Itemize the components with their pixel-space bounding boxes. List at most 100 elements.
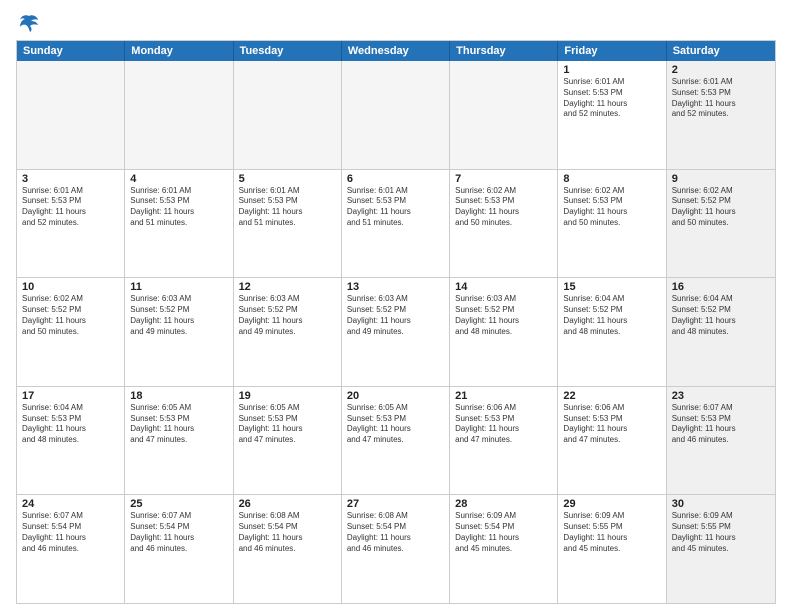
calendar-row: 17Sunrise: 6:04 AM Sunset: 5:53 PM Dayli… [17, 387, 775, 496]
calendar-cell: 25Sunrise: 6:07 AM Sunset: 5:54 PM Dayli… [125, 495, 233, 603]
day-info: Sunrise: 6:05 AM Sunset: 5:53 PM Dayligh… [347, 403, 444, 446]
day-info: Sunrise: 6:01 AM Sunset: 5:53 PM Dayligh… [672, 77, 770, 120]
day-info: Sunrise: 6:06 AM Sunset: 5:53 PM Dayligh… [455, 403, 552, 446]
calendar-cell: 14Sunrise: 6:03 AM Sunset: 5:52 PM Dayli… [450, 278, 558, 386]
day-info: Sunrise: 6:01 AM Sunset: 5:53 PM Dayligh… [239, 186, 336, 229]
calendar-cell: 6Sunrise: 6:01 AM Sunset: 5:53 PM Daylig… [342, 170, 450, 278]
day-info: Sunrise: 6:05 AM Sunset: 5:53 PM Dayligh… [130, 403, 227, 446]
calendar-cell: 15Sunrise: 6:04 AM Sunset: 5:52 PM Dayli… [558, 278, 666, 386]
calendar-row: 24Sunrise: 6:07 AM Sunset: 5:54 PM Dayli… [17, 495, 775, 603]
calendar-cell: 17Sunrise: 6:04 AM Sunset: 5:53 PM Dayli… [17, 387, 125, 495]
day-info: Sunrise: 6:04 AM Sunset: 5:52 PM Dayligh… [563, 294, 660, 337]
day-info: Sunrise: 6:02 AM Sunset: 5:53 PM Dayligh… [455, 186, 552, 229]
calendar-cell [450, 61, 558, 169]
day-info: Sunrise: 6:03 AM Sunset: 5:52 PM Dayligh… [130, 294, 227, 337]
day-number: 29 [563, 498, 660, 510]
day-number: 8 [563, 173, 660, 185]
day-number: 3 [22, 173, 119, 185]
logo [16, 12, 40, 32]
calendar-cell [234, 61, 342, 169]
day-number: 16 [672, 281, 770, 293]
calendar-cell: 23Sunrise: 6:07 AM Sunset: 5:53 PM Dayli… [667, 387, 775, 495]
calendar-header: SundayMondayTuesdayWednesdayThursdayFrid… [17, 41, 775, 61]
calendar-cell: 5Sunrise: 6:01 AM Sunset: 5:53 PM Daylig… [234, 170, 342, 278]
calendar-header-cell: Thursday [450, 41, 558, 61]
day-number: 17 [22, 390, 119, 402]
calendar-cell: 26Sunrise: 6:08 AM Sunset: 5:54 PM Dayli… [234, 495, 342, 603]
day-info: Sunrise: 6:02 AM Sunset: 5:53 PM Dayligh… [563, 186, 660, 229]
day-info: Sunrise: 6:01 AM Sunset: 5:53 PM Dayligh… [563, 77, 660, 120]
calendar-cell: 28Sunrise: 6:09 AM Sunset: 5:54 PM Dayli… [450, 495, 558, 603]
day-info: Sunrise: 6:09 AM Sunset: 5:55 PM Dayligh… [672, 511, 770, 554]
day-number: 25 [130, 498, 227, 510]
day-number: 4 [130, 173, 227, 185]
day-number: 10 [22, 281, 119, 293]
calendar-cell: 1Sunrise: 6:01 AM Sunset: 5:53 PM Daylig… [558, 61, 666, 169]
day-number: 13 [347, 281, 444, 293]
calendar-cell: 27Sunrise: 6:08 AM Sunset: 5:54 PM Dayli… [342, 495, 450, 603]
calendar-cell: 12Sunrise: 6:03 AM Sunset: 5:52 PM Dayli… [234, 278, 342, 386]
day-info: Sunrise: 6:01 AM Sunset: 5:53 PM Dayligh… [130, 186, 227, 229]
calendar-cell: 22Sunrise: 6:06 AM Sunset: 5:53 PM Dayli… [558, 387, 666, 495]
day-number: 12 [239, 281, 336, 293]
day-info: Sunrise: 6:09 AM Sunset: 5:55 PM Dayligh… [563, 511, 660, 554]
day-number: 26 [239, 498, 336, 510]
calendar-cell: 11Sunrise: 6:03 AM Sunset: 5:52 PM Dayli… [125, 278, 233, 386]
page: SundayMondayTuesdayWednesdayThursdayFrid… [0, 0, 792, 612]
day-info: Sunrise: 6:03 AM Sunset: 5:52 PM Dayligh… [239, 294, 336, 337]
day-info: Sunrise: 6:02 AM Sunset: 5:52 PM Dayligh… [22, 294, 119, 337]
calendar-cell: 2Sunrise: 6:01 AM Sunset: 5:53 PM Daylig… [667, 61, 775, 169]
calendar-header-cell: Saturday [667, 41, 775, 61]
day-info: Sunrise: 6:05 AM Sunset: 5:53 PM Dayligh… [239, 403, 336, 446]
day-info: Sunrise: 6:07 AM Sunset: 5:54 PM Dayligh… [130, 511, 227, 554]
day-info: Sunrise: 6:01 AM Sunset: 5:53 PM Dayligh… [347, 186, 444, 229]
day-info: Sunrise: 6:08 AM Sunset: 5:54 PM Dayligh… [347, 511, 444, 554]
day-number: 5 [239, 173, 336, 185]
calendar-cell: 8Sunrise: 6:02 AM Sunset: 5:53 PM Daylig… [558, 170, 666, 278]
calendar-header-cell: Sunday [17, 41, 125, 61]
calendar-cell: 21Sunrise: 6:06 AM Sunset: 5:53 PM Dayli… [450, 387, 558, 495]
day-info: Sunrise: 6:01 AM Sunset: 5:53 PM Dayligh… [22, 186, 119, 229]
calendar-cell: 3Sunrise: 6:01 AM Sunset: 5:53 PM Daylig… [17, 170, 125, 278]
calendar-header-cell: Friday [558, 41, 666, 61]
calendar-cell: 29Sunrise: 6:09 AM Sunset: 5:55 PM Dayli… [558, 495, 666, 603]
day-info: Sunrise: 6:04 AM Sunset: 5:52 PM Dayligh… [672, 294, 770, 337]
calendar-cell: 30Sunrise: 6:09 AM Sunset: 5:55 PM Dayli… [667, 495, 775, 603]
day-info: Sunrise: 6:07 AM Sunset: 5:54 PM Dayligh… [22, 511, 119, 554]
day-info: Sunrise: 6:09 AM Sunset: 5:54 PM Dayligh… [455, 511, 552, 554]
day-number: 9 [672, 173, 770, 185]
day-number: 6 [347, 173, 444, 185]
day-info: Sunrise: 6:03 AM Sunset: 5:52 PM Dayligh… [455, 294, 552, 337]
day-number: 30 [672, 498, 770, 510]
day-number: 7 [455, 173, 552, 185]
day-number: 23 [672, 390, 770, 402]
header [16, 12, 776, 32]
day-number: 2 [672, 64, 770, 76]
day-number: 22 [563, 390, 660, 402]
day-number: 24 [22, 498, 119, 510]
day-info: Sunrise: 6:07 AM Sunset: 5:53 PM Dayligh… [672, 403, 770, 446]
calendar: SundayMondayTuesdayWednesdayThursdayFrid… [16, 40, 776, 604]
calendar-cell [342, 61, 450, 169]
day-number: 11 [130, 281, 227, 293]
day-number: 15 [563, 281, 660, 293]
calendar-cell: 13Sunrise: 6:03 AM Sunset: 5:52 PM Dayli… [342, 278, 450, 386]
day-number: 27 [347, 498, 444, 510]
calendar-cell [17, 61, 125, 169]
calendar-header-cell: Monday [125, 41, 233, 61]
calendar-cell [125, 61, 233, 169]
day-info: Sunrise: 6:02 AM Sunset: 5:52 PM Dayligh… [672, 186, 770, 229]
day-info: Sunrise: 6:03 AM Sunset: 5:52 PM Dayligh… [347, 294, 444, 337]
calendar-cell: 10Sunrise: 6:02 AM Sunset: 5:52 PM Dayli… [17, 278, 125, 386]
calendar-header-cell: Tuesday [234, 41, 342, 61]
day-number: 14 [455, 281, 552, 293]
calendar-cell: 9Sunrise: 6:02 AM Sunset: 5:52 PM Daylig… [667, 170, 775, 278]
calendar-row: 1Sunrise: 6:01 AM Sunset: 5:53 PM Daylig… [17, 61, 775, 170]
logo-bird-icon [18, 12, 40, 34]
day-number: 28 [455, 498, 552, 510]
day-info: Sunrise: 6:08 AM Sunset: 5:54 PM Dayligh… [239, 511, 336, 554]
calendar-row: 3Sunrise: 6:01 AM Sunset: 5:53 PM Daylig… [17, 170, 775, 279]
calendar-cell: 20Sunrise: 6:05 AM Sunset: 5:53 PM Dayli… [342, 387, 450, 495]
day-number: 19 [239, 390, 336, 402]
day-number: 1 [563, 64, 660, 76]
